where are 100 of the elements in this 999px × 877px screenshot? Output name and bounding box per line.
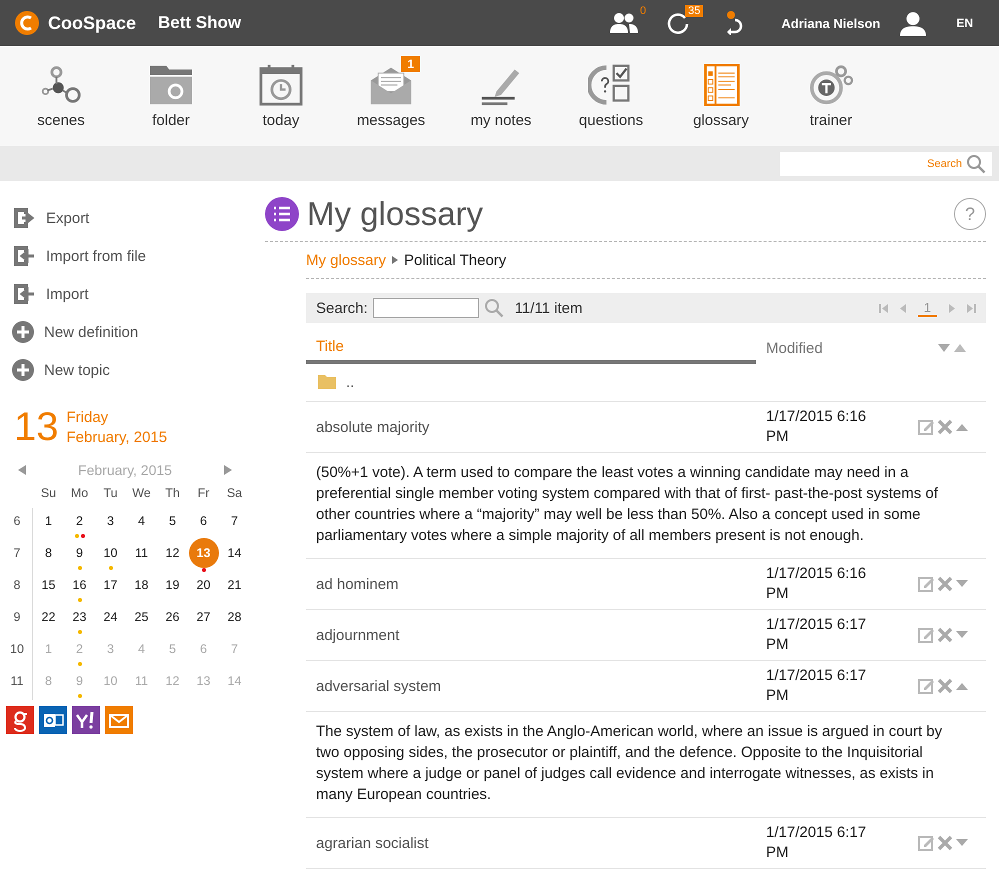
- first-page-icon[interactable]: [878, 304, 888, 312]
- collapse-icon[interactable]: [956, 682, 968, 690]
- calendar-month: February, 2015: [78, 462, 172, 478]
- toolbar-item[interactable]: scenes: [6, 46, 116, 146]
- mail-icon[interactable]: [105, 706, 133, 734]
- term-definition: The system of law, as exists in the Anglo-American world, where an issue is argued in court by two opposing sides, the prosecutor or plaintiff, and the defence. Opposite to the Inquisitorial system where a judge or panel of judges call evidence and interrogate witnesses, as exists in many European countries.: [306, 712, 986, 818]
- calendar-day[interactable]: 26: [158, 604, 188, 630]
- edit-icon[interactable]: [918, 627, 934, 643]
- toolbar-item[interactable]: trainer: [776, 46, 886, 146]
- term-title[interactable]: adjournment: [306, 626, 756, 644]
- calendar-day[interactable]: 19: [158, 572, 188, 598]
- sort-icon[interactable]: [938, 343, 966, 353]
- user-name[interactable]: Adriana Nielson: [781, 16, 880, 30]
- term-title[interactable]: absolute majority: [306, 418, 756, 436]
- language-label[interactable]: EN: [956, 16, 973, 30]
- edit-icon[interactable]: [918, 576, 934, 592]
- last-page-icon[interactable]: [967, 304, 976, 312]
- calendar-day[interactable]: 1: [34, 508, 64, 534]
- page-title: My glossary: [307, 195, 484, 233]
- toolbar-item[interactable]: my notes: [446, 46, 556, 146]
- people-icon: [608, 11, 639, 35]
- calendar-day[interactable]: 5: [158, 508, 188, 534]
- calendar-day[interactable]: 27: [188, 604, 218, 630]
- next-month-icon[interactable]: [224, 465, 232, 475]
- sync-button[interactable]: [666, 11, 690, 35]
- previous-page-icon[interactable]: [900, 304, 906, 312]
- delete-icon[interactable]: [937, 835, 953, 851]
- calendar-day[interactable]: 22: [34, 604, 64, 630]
- calendar-day[interactable]: 11: [126, 540, 156, 566]
- search-field[interactable]: Search: [780, 152, 992, 176]
- edit-icon[interactable]: [918, 835, 934, 851]
- calendar-day[interactable]: 24: [96, 604, 126, 630]
- expand-icon[interactable]: [956, 631, 968, 639]
- calendar-day[interactable]: 14: [220, 540, 250, 566]
- gear-chat-icon: [808, 64, 854, 106]
- calendar-day[interactable]: 15: [34, 572, 64, 598]
- import-icon: [12, 244, 36, 268]
- calendar-day[interactable]: 28: [220, 604, 250, 630]
- calendar-day[interactable]: 3: [96, 508, 126, 534]
- calendar-day[interactable]: 4: [126, 508, 156, 534]
- sidebar-action[interactable]: New topic: [12, 351, 255, 389]
- calendar-day[interactable]: 8: [34, 540, 64, 566]
- date-month: February, 2015: [66, 428, 168, 448]
- expand-icon[interactable]: [956, 580, 968, 588]
- collapse-icon[interactable]: [956, 423, 968, 431]
- people-button[interactable]: [608, 11, 639, 35]
- term-title[interactable]: agrarian socialist: [306, 834, 756, 852]
- item-count: 11/11 item: [514, 300, 583, 316]
- sidebar-action[interactable]: New definition: [12, 313, 255, 351]
- separator-icon: [392, 256, 398, 264]
- edit-icon[interactable]: [918, 678, 934, 694]
- logo-icon: [14, 10, 40, 36]
- calendar-day[interactable]: 12: [158, 540, 188, 566]
- toolbar-item[interactable]: glossary: [666, 46, 776, 146]
- plus-circle-icon: [12, 321, 34, 343]
- folder-icon: [318, 375, 336, 389]
- calendar-day[interactable]: 17: [96, 572, 126, 598]
- user-icon[interactable]: [900, 10, 926, 36]
- delete-icon[interactable]: [937, 678, 953, 694]
- delete-icon[interactable]: [937, 576, 953, 592]
- delete-icon[interactable]: [937, 627, 953, 643]
- toolbar-item[interactable]: folder: [116, 46, 226, 146]
- export-icon: [12, 206, 36, 230]
- sidebar-action[interactable]: Import from file: [12, 237, 255, 275]
- calendar-day[interactable]: 6: [188, 508, 218, 534]
- term-definition: (50%+1 vote). A term used to compare the least votes a winning candidate may need in a preferential single member voting system compared with that of first- past-the-post systems of other countries where a “majority” may well be less than 50%. Also a concept used in some parliamentary votes where a simple majority of all members present is not enough.: [306, 453, 986, 559]
- term-title[interactable]: ad hominem: [306, 576, 756, 592]
- toolbar-item[interactable]: 1 messages: [336, 46, 446, 146]
- search-icon[interactable]: [484, 298, 504, 318]
- google-icon[interactable]: [6, 706, 34, 734]
- calendar-day[interactable]: 7: [220, 508, 250, 534]
- calendar-day[interactable]: 10: [96, 540, 126, 566]
- column-header[interactable]: Modified: [756, 340, 938, 356]
- calendar-day[interactable]: 2: [64, 508, 94, 534]
- calendar-day[interactable]: 21: [220, 572, 250, 598]
- search-field[interactable]: [372, 298, 479, 318]
- course-link[interactable]: Bett Show: [158, 13, 242, 33]
- outlook-icon[interactable]: [39, 706, 67, 734]
- count-badge: 1: [401, 56, 420, 72]
- sidebar-action[interactable]: Import: [12, 275, 255, 313]
- calendar-day[interactable]: 23: [64, 604, 94, 630]
- calendar-day[interactable]: 9: [64, 540, 94, 566]
- calendar-day[interactable]: 18: [126, 572, 156, 598]
- calendar-day[interactable]: 25: [126, 604, 156, 630]
- expand-icon[interactable]: [956, 839, 968, 847]
- week-number: 11: [2, 668, 33, 700]
- parent-folder-link[interactable]: ..: [346, 374, 354, 390]
- sidebar-action[interactable]: Export: [12, 199, 255, 237]
- date-weekday: Friday: [66, 408, 110, 428]
- calendar-day[interactable]: 16: [64, 572, 94, 598]
- toolbar-item[interactable]: today: [226, 46, 336, 146]
- toolbar-item[interactable]: questions: [556, 46, 666, 146]
- yahoo-icon[interactable]: [72, 706, 100, 734]
- delete-icon[interactable]: [937, 419, 953, 435]
- term-title[interactable]: adversarial system: [306, 678, 756, 694]
- edit-icon[interactable]: [918, 419, 934, 435]
- refresh-icon: [666, 11, 690, 35]
- next-page-icon[interactable]: [949, 304, 955, 312]
- previous-month-icon[interactable]: [18, 465, 26, 475]
- calendar-day[interactable]: 20: [188, 572, 218, 598]
